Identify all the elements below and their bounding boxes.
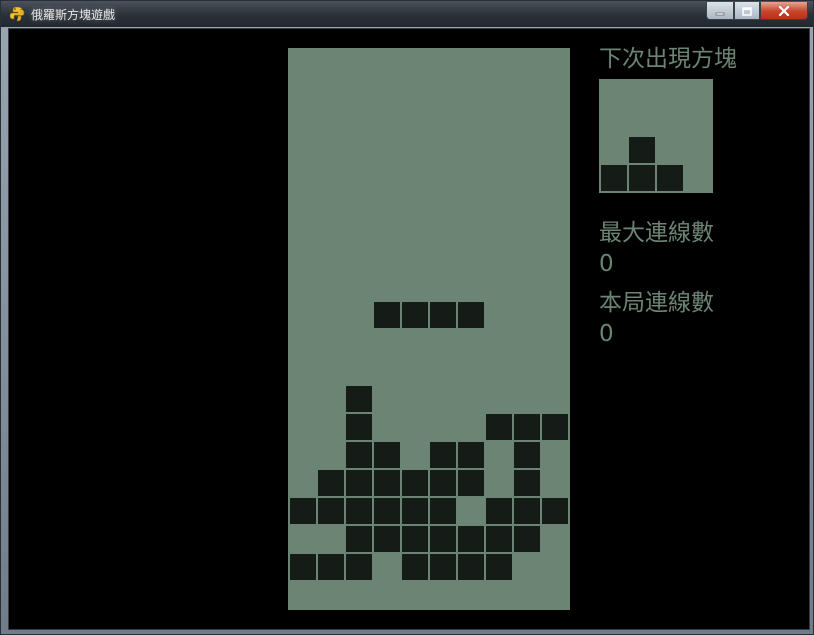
current-lines-value: 0 [599,321,614,347]
locked-block [401,553,429,581]
locked-block [317,469,345,497]
locked-block [289,497,317,525]
game-window: 俄羅斯方塊遊戲 下次出現方塊 最大連線數 0 本局連線數 0 [0,0,814,635]
locked-block [373,441,401,469]
locked-block [429,441,457,469]
next-piece-block [628,164,656,192]
locked-block [485,553,513,581]
locked-block [401,525,429,553]
close-button[interactable] [760,2,808,20]
locked-block [373,469,401,497]
locked-block [345,525,373,553]
locked-block [429,553,457,581]
falling-piece-block [457,301,485,329]
locked-block [345,469,373,497]
locked-block [401,469,429,497]
locked-block [289,553,317,581]
next-piece-preview [599,79,713,193]
next-piece-block [628,136,656,164]
locked-block [317,553,345,581]
next-piece-block [600,164,628,192]
locked-block [345,385,373,413]
locked-block [429,469,457,497]
locked-block [317,497,345,525]
locked-block [429,497,457,525]
locked-block [485,413,513,441]
next-piece-block [656,164,684,192]
locked-block [513,469,541,497]
falling-piece-block [373,301,401,329]
minimize-button[interactable] [706,2,734,20]
next-piece-label: 下次出現方塊 [599,46,737,72]
falling-piece-block [401,301,429,329]
locked-block [513,525,541,553]
max-lines-label: 最大連線數 [599,220,714,246]
locked-block [513,441,541,469]
locked-block [485,497,513,525]
locked-block [345,497,373,525]
locked-block [373,497,401,525]
minimize-icon [715,1,725,20]
locked-block [401,497,429,525]
locked-block [513,497,541,525]
locked-block [345,441,373,469]
locked-block [345,413,373,441]
game-board [288,48,570,610]
max-lines-value: 0 [599,251,614,277]
game-canvas[interactable]: 下次出現方塊 最大連線數 0 本局連線數 0 [8,28,810,630]
current-lines-label: 本局連線數 [599,290,714,316]
title-bar[interactable]: 俄羅斯方塊遊戲 [1,1,813,27]
locked-block [513,413,541,441]
locked-block [457,553,485,581]
locked-block [429,525,457,553]
locked-block [457,441,485,469]
locked-block [457,525,485,553]
locked-block [457,469,485,497]
maximize-icon [742,1,752,20]
falling-piece-block [429,301,457,329]
locked-block [485,525,513,553]
python-snake-icon [9,6,25,22]
locked-block [541,497,569,525]
maximize-button[interactable] [734,2,760,20]
window-title: 俄羅斯方塊遊戲 [31,8,116,22]
locked-block [541,413,569,441]
locked-block [345,553,373,581]
close-icon [778,1,790,20]
locked-block [373,525,401,553]
